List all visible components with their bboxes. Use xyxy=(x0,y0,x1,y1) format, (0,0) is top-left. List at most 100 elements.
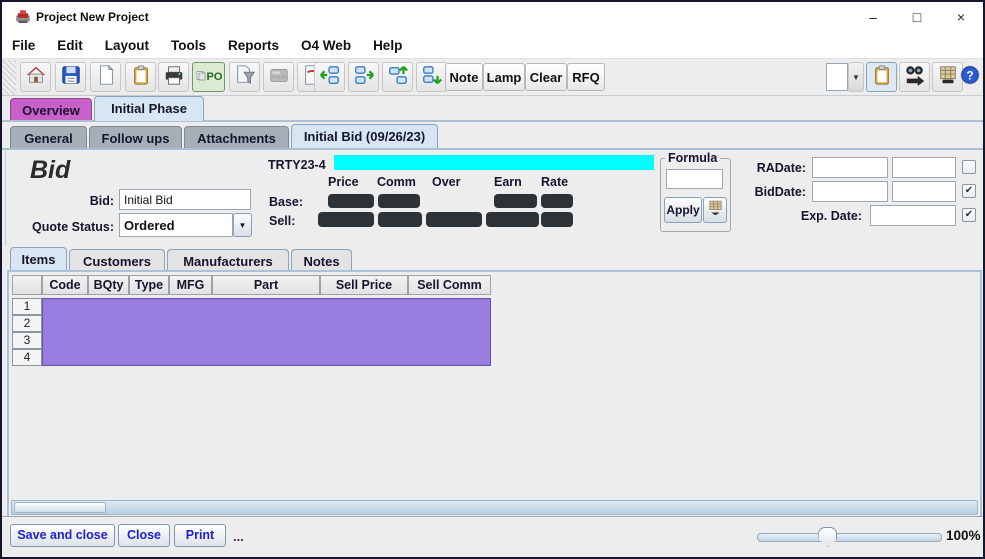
row-header-4[interactable]: 4 xyxy=(12,349,42,366)
selected-rows-block[interactable] xyxy=(42,298,491,366)
base-earn-value xyxy=(494,194,537,208)
flow-down-button[interactable] xyxy=(416,62,447,92)
print-icon xyxy=(163,64,185,91)
zoom-slider-thumb[interactable] xyxy=(818,527,837,547)
menu-help[interactable]: Help xyxy=(373,38,402,53)
po-button[interactable]: PO xyxy=(192,62,225,92)
radate-input-1[interactable] xyxy=(812,157,888,178)
comm-header: Comm xyxy=(377,175,416,189)
tab-attachments[interactable]: Attachments xyxy=(184,126,289,148)
sell-comm-value xyxy=(378,212,422,227)
rfq-button[interactable]: RFQ xyxy=(567,63,605,91)
biddate-checkbox[interactable]: ✔ xyxy=(962,184,976,198)
print-toolbar-button[interactable] xyxy=(158,62,189,92)
calculator-button[interactable] xyxy=(263,62,294,92)
biddate-input-2[interactable] xyxy=(892,181,956,202)
apply-button[interactable]: Apply xyxy=(664,197,702,223)
horizontal-scrollbar-thumb[interactable] xyxy=(14,502,106,513)
radate-checkbox[interactable] xyxy=(962,160,976,174)
lamp-button[interactable]: Lamp xyxy=(483,63,525,91)
bid-heading: Bid xyxy=(30,156,70,185)
quote-status-arrow[interactable]: ▼ xyxy=(233,213,252,237)
formula-input[interactable] xyxy=(666,169,723,189)
bid-name-input[interactable] xyxy=(119,189,251,210)
toolbar-combo-field[interactable] xyxy=(826,63,848,91)
clipboard2-icon xyxy=(871,64,893,91)
col-mfg[interactable]: MFG xyxy=(169,275,212,295)
flow-left-icon xyxy=(319,64,341,91)
toolbar-combo-arrow[interactable]: ▼ xyxy=(848,62,864,92)
flow-next-button[interactable] xyxy=(348,62,379,92)
tab-follow-ups[interactable]: Follow ups xyxy=(89,126,182,148)
menu-tools[interactable]: Tools xyxy=(171,38,206,53)
print-footer-button[interactable]: Print xyxy=(174,524,226,547)
close-footer-button[interactable]: Close xyxy=(118,524,170,547)
over-header: Over xyxy=(432,175,461,189)
menu-edit[interactable]: Edit xyxy=(57,38,83,53)
radate-input-2[interactable] xyxy=(892,157,956,178)
tab-notes[interactable]: Notes xyxy=(291,249,352,270)
base-label: Base: xyxy=(269,195,303,209)
new-document-button[interactable] xyxy=(90,62,121,92)
flow-first-button[interactable] xyxy=(314,62,345,92)
biddate-input-1[interactable] xyxy=(812,181,888,202)
home-button[interactable] xyxy=(20,62,51,92)
horizontal-scrollbar[interactable] xyxy=(11,500,978,515)
sell-price-value xyxy=(318,212,374,227)
tab-initial-phase[interactable]: Initial Phase xyxy=(94,96,204,121)
tab-manufacturers[interactable]: Manufacturers xyxy=(167,249,289,270)
col-bqty[interactable]: BQty xyxy=(88,275,129,295)
flow-up-button[interactable] xyxy=(382,62,413,92)
sell-earn-value xyxy=(486,212,539,227)
paste-button[interactable] xyxy=(125,62,156,92)
find-next-button[interactable] xyxy=(899,62,930,92)
tab-overview[interactable]: Overview xyxy=(10,98,92,121)
menu-bar: File Edit Layout Tools Reports O4 Web He… xyxy=(2,32,983,59)
row-header-1[interactable]: 1 xyxy=(12,298,42,315)
expdate-input[interactable] xyxy=(870,205,956,226)
save-and-close-button[interactable]: Save and close xyxy=(10,524,115,547)
col-sell-comm[interactable]: Sell Comm xyxy=(408,275,491,295)
expdate-checkbox[interactable]: ✔ xyxy=(962,208,976,222)
zoom-percent-label: 100% xyxy=(946,528,981,543)
menu-o4web[interactable]: O4 Web xyxy=(301,38,351,53)
formula-lamp-button[interactable] xyxy=(703,197,727,223)
col-type[interactable]: Type xyxy=(129,275,169,295)
clear-button[interactable]: Clear xyxy=(525,63,567,91)
row-header-3[interactable]: 3 xyxy=(12,332,42,349)
app-window: Project New Project – □ × File Edit Layo… xyxy=(0,0,985,559)
help-button[interactable]: ? xyxy=(954,62,985,92)
base-comm-value xyxy=(378,194,420,208)
formula-grid-icon xyxy=(707,199,724,221)
footer-bar: Save and close Close Print ... 100% xyxy=(2,516,983,555)
code-highlight-field[interactable] xyxy=(334,155,654,170)
row-header-2[interactable]: 2 xyxy=(12,315,42,332)
formula-group-title: Formula xyxy=(665,151,720,165)
save-button[interactable] xyxy=(55,62,86,92)
tab-customers[interactable]: Customers xyxy=(69,249,165,270)
col-code[interactable]: Code xyxy=(42,275,88,295)
col-part[interactable]: Part xyxy=(212,275,320,295)
base-price-value xyxy=(328,194,374,208)
filter-button[interactable] xyxy=(229,62,260,92)
quote-status-select[interactable]: Ordered xyxy=(119,213,233,237)
toolbar-grip[interactable] xyxy=(2,60,16,95)
note-button[interactable]: Note xyxy=(445,63,483,91)
zoom-slider[interactable] xyxy=(757,533,942,542)
menu-file[interactable]: File xyxy=(12,38,35,53)
menu-layout[interactable]: Layout xyxy=(105,38,149,53)
tab-items[interactable]: Items xyxy=(10,247,67,270)
quote-status-label: Quote Status: xyxy=(14,220,114,234)
new-document-icon xyxy=(95,64,117,91)
flow-up-icon xyxy=(387,64,409,91)
minimize-button[interactable]: – xyxy=(851,2,895,32)
more-ellipsis[interactable]: ... xyxy=(233,529,244,544)
maximize-button[interactable]: □ xyxy=(895,2,939,32)
menu-reports[interactable]: Reports xyxy=(228,38,279,53)
tab-general[interactable]: General xyxy=(10,126,87,148)
col-sell-price[interactable]: Sell Price xyxy=(320,275,408,295)
clipboard-icon xyxy=(130,64,152,91)
close-button[interactable]: × xyxy=(939,2,983,32)
clipboard2-button[interactable] xyxy=(866,62,897,92)
tab-initial-bid[interactable]: Initial Bid (09/26/23) xyxy=(291,124,438,148)
